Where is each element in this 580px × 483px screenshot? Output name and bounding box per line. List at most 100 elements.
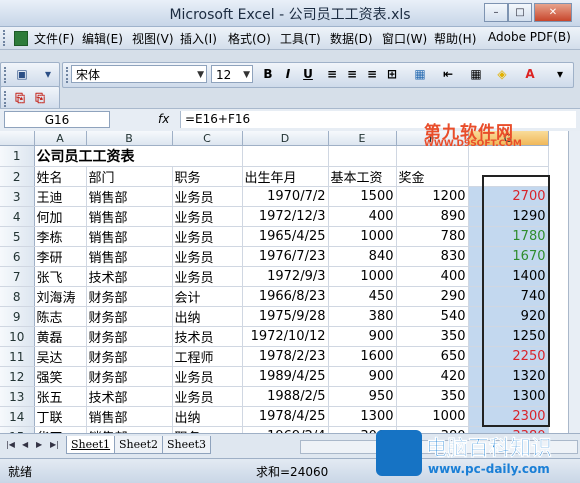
toolbar-grip-icon[interactable] [4, 91, 12, 107]
cell[interactable]: 350 [396, 386, 469, 407]
save-icon[interactable]: ▣ [15, 67, 29, 81]
cell[interactable]: 1300 [468, 386, 549, 407]
sheet-title-cell[interactable]: 公司员工工资表 [34, 145, 243, 167]
next-sheet-icon[interactable]: ▶ [36, 440, 42, 449]
cell[interactable]: 1989/4/25 [242, 366, 329, 387]
column-header[interactable]: E [328, 131, 397, 146]
cell[interactable] [242, 145, 329, 167]
cell[interactable]: 技术部 [86, 266, 173, 287]
cell[interactable]: 业务员 [172, 226, 243, 247]
cell[interactable]: 业务员 [172, 266, 243, 287]
row-header[interactable]: 6 [0, 246, 35, 267]
cell[interactable]: 姓名 [34, 166, 87, 187]
cell[interactable]: 1000 [328, 226, 397, 247]
first-sheet-icon[interactable]: |◀ [6, 440, 15, 449]
currency-icon[interactable]: ▦ [413, 67, 427, 81]
cell[interactable]: 业务员 [172, 186, 243, 207]
cell[interactable]: 1966/8/23 [242, 286, 329, 307]
cell[interactable]: 2250 [468, 346, 549, 367]
cell[interactable]: 1290 [468, 206, 549, 227]
row-header[interactable]: 3 [0, 186, 35, 207]
menu-format[interactable]: 格式(O) [228, 30, 271, 47]
cell[interactable]: 销售部 [86, 246, 173, 267]
cell[interactable]: 1965/4/25 [242, 226, 329, 247]
last-sheet-icon[interactable]: ▶| [50, 440, 59, 449]
cell[interactable]: 1320 [468, 366, 549, 387]
cell[interactable]: 张飞 [34, 266, 87, 287]
cell[interactable]: 财务部 [86, 326, 173, 347]
tab-sheet1[interactable]: Sheet1 [66, 436, 116, 454]
menu-tools[interactable]: 工具(T) [280, 30, 321, 47]
menu-insert[interactable]: 插入(I) [180, 30, 217, 47]
insert-function-icon[interactable]: fx [158, 112, 169, 126]
cell[interactable]: 890 [396, 206, 469, 227]
align-left-icon[interactable]: ≡ [325, 67, 339, 81]
row-header[interactable]: 5 [0, 226, 35, 247]
minimize-button[interactable]: – [484, 3, 508, 22]
italic-button[interactable]: I [281, 67, 295, 81]
cell[interactable]: 420 [396, 366, 469, 387]
toolbar-options-icon[interactable]: ▾ [41, 67, 55, 81]
cell[interactable] [468, 166, 549, 187]
cell[interactable]: 1500 [328, 186, 397, 207]
cell[interactable]: 出纳 [172, 306, 243, 327]
cell[interactable]: 强笑 [34, 366, 87, 387]
name-box[interactable]: G16 [4, 111, 110, 128]
worksheet-grid[interactable]: A B C D E F G 1 公司员工工资表 2 姓名 部门 职务 出生年月 基本工资 奖金 3… [0, 131, 568, 433]
cell[interactable]: 650 [396, 346, 469, 367]
column-header[interactable]: B [86, 131, 173, 146]
cell[interactable]: 950 [328, 386, 397, 407]
cell[interactable]: 1972/9/3 [242, 266, 329, 287]
cell[interactable]: 会计 [172, 286, 243, 307]
cell[interactable]: 1978/4/25 [242, 406, 329, 427]
cell[interactable]: 400 [396, 266, 469, 287]
cell[interactable]: 400 [328, 206, 397, 227]
cell[interactable]: 业务员 [172, 206, 243, 227]
cell[interactable]: 1988/2/5 [242, 386, 329, 407]
row-header[interactable]: 9 [0, 306, 35, 327]
align-right-icon[interactable]: ≡ [365, 67, 379, 81]
bold-button[interactable]: B [261, 67, 275, 81]
cell[interactable]: 业务员 [172, 386, 243, 407]
column-header[interactable]: D [242, 131, 329, 146]
cell[interactable]: 销售部 [86, 226, 173, 247]
cell[interactable]: 1400 [468, 266, 549, 287]
maximize-button[interactable]: □ [508, 3, 532, 22]
cell[interactable]: 财务部 [86, 346, 173, 367]
row-header[interactable]: 10 [0, 326, 35, 347]
fill-color-icon[interactable]: ◈ [495, 67, 509, 81]
cell[interactable]: 1000 [328, 266, 397, 287]
toolbar-grip-icon[interactable] [3, 30, 11, 46]
cell[interactable]: 张五 [34, 386, 87, 407]
cell[interactable]: 财务部 [86, 366, 173, 387]
cell[interactable]: 奖金 [396, 166, 469, 187]
toolbar-grip-icon[interactable] [4, 67, 12, 83]
cell[interactable]: 1200 [396, 186, 469, 207]
cell[interactable]: 450 [328, 286, 397, 307]
indent-icon[interactable]: ⇤ [441, 67, 455, 81]
tab-sheet3[interactable]: Sheet3 [162, 436, 212, 454]
cell[interactable]: 900 [328, 326, 397, 347]
align-center-icon[interactable]: ≡ [345, 67, 359, 81]
row-header[interactable]: 11 [0, 346, 35, 367]
cell[interactable]: 1976/7/23 [242, 246, 329, 267]
formula-input[interactable]: =E16+F16 [180, 111, 576, 128]
cell[interactable]: 销售部 [86, 186, 173, 207]
cell[interactable]: 业务员 [172, 246, 243, 267]
toolbar-options-icon[interactable]: ▾ [553, 67, 567, 81]
cell[interactable]: 1972/10/12 [242, 326, 329, 347]
cell[interactable]: 财务部 [86, 286, 173, 307]
cell[interactable]: 1975/9/28 [242, 306, 329, 327]
cell[interactable]: 1600 [328, 346, 397, 367]
close-button[interactable]: ✕ [534, 3, 572, 22]
cell[interactable]: 何加 [34, 206, 87, 227]
cell[interactable]: 540 [396, 306, 469, 327]
cell[interactable]: 部门 [86, 166, 173, 187]
vertical-scrollbar[interactable] [568, 131, 580, 433]
cell[interactable]: 830 [396, 246, 469, 267]
cell[interactable]: 业务员 [172, 366, 243, 387]
cell[interactable]: 李研 [34, 246, 87, 267]
cell[interactable]: 出生年月 [242, 166, 329, 187]
merge-center-icon[interactable]: ⊞ [385, 67, 399, 81]
cell[interactable]: 销售部 [86, 406, 173, 427]
